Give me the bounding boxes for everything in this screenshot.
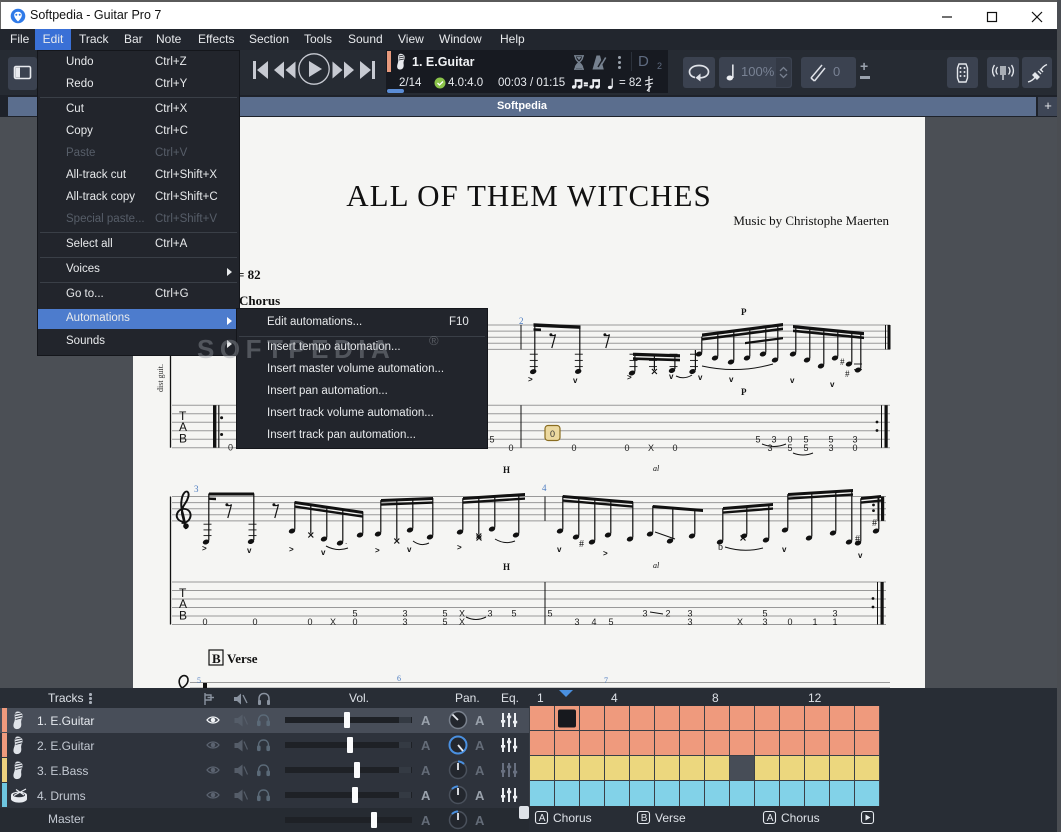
svg-text:#: #	[840, 357, 845, 367]
svg-text:5: 5	[197, 676, 201, 685]
svg-text:>: >	[627, 373, 632, 382]
svg-text:5: 5	[442, 617, 447, 627]
svg-text:3: 3	[687, 617, 692, 627]
svg-text:3: 3	[762, 617, 767, 627]
svg-text:al: al	[653, 464, 660, 473]
svg-text:v: v	[247, 546, 252, 555]
svg-text:>: >	[375, 546, 380, 555]
svg-text:Verse: Verse	[655, 811, 686, 825]
svg-text:b: b	[718, 542, 723, 553]
svg-text:B: B	[179, 432, 187, 446]
svg-text:B: B	[212, 651, 221, 666]
svg-text:A: A	[421, 813, 431, 828]
svg-text:0: 0	[787, 617, 792, 627]
svg-text:A: A	[475, 763, 485, 778]
svg-text:A: A	[475, 813, 485, 828]
svg-text:X: X	[459, 617, 465, 627]
svg-text:0: 0	[672, 443, 677, 453]
svg-text:0: 0	[307, 617, 312, 627]
svg-text:1: 1	[812, 617, 817, 627]
svg-text:3: 3	[767, 443, 772, 453]
svg-text:dist guit.: dist guit.	[156, 364, 165, 392]
svg-text:0: 0	[550, 429, 555, 439]
svg-text:3: 3	[828, 443, 833, 453]
svg-text:v: v	[790, 376, 795, 385]
svg-text:X: X	[330, 617, 336, 627]
svg-text:>: >	[289, 545, 294, 554]
svg-text:5: 5	[547, 609, 552, 619]
svg-text:#: #	[845, 369, 850, 379]
svg-text:B: B	[179, 609, 187, 623]
svg-text:0: 0	[571, 443, 576, 453]
svg-text:5: 5	[787, 443, 792, 453]
svg-text:A: A	[475, 713, 485, 728]
svg-text:#: #	[579, 539, 584, 550]
svg-text:v: v	[573, 376, 578, 385]
svg-text:2: 2	[519, 316, 524, 326]
svg-text:al: al	[653, 561, 660, 570]
svg-text:3: 3	[487, 609, 492, 619]
svg-text:v: v	[830, 380, 835, 389]
svg-text:5: 5	[755, 435, 760, 445]
svg-text:= 82: = 82	[237, 267, 261, 282]
svg-text:0: 0	[228, 443, 233, 453]
svg-text:Chorus: Chorus	[781, 811, 820, 825]
svg-text:4: 4	[591, 617, 596, 627]
svg-text:>: >	[528, 375, 533, 384]
svg-text:0: 0	[852, 443, 857, 453]
svg-text:P: P	[741, 307, 747, 317]
svg-text:1: 1	[832, 617, 837, 627]
svg-text:#: #	[872, 518, 877, 529]
svg-text:X: X	[648, 443, 654, 453]
svg-text:A: A	[421, 738, 431, 753]
svg-text:5: 5	[511, 609, 516, 619]
svg-text:H: H	[503, 465, 510, 475]
svg-text:0: 0	[624, 443, 629, 453]
svg-text:Chorus: Chorus	[239, 293, 280, 308]
svg-text:v: v	[669, 372, 674, 381]
svg-text:v: v	[729, 375, 734, 384]
svg-text:A: A	[767, 813, 774, 824]
svg-text:B: B	[641, 813, 648, 824]
svg-text:v: v	[858, 551, 863, 560]
svg-text:A: A	[475, 738, 485, 753]
svg-text:0: 0	[252, 617, 257, 627]
svg-text:0: 0	[352, 617, 357, 627]
svg-text:v: v	[321, 548, 326, 557]
svg-text:Chorus: Chorus	[553, 811, 592, 825]
svg-text:0: 0	[508, 443, 513, 453]
svg-text:#: #	[855, 534, 860, 545]
svg-text:6: 6	[397, 674, 401, 683]
svg-text:3: 3	[574, 617, 579, 627]
svg-text:0: 0	[202, 617, 207, 627]
svg-text:5: 5	[608, 617, 613, 627]
svg-text:.: .	[345, 537, 347, 546]
svg-text:H: H	[503, 562, 510, 572]
svg-text:2: 2	[665, 609, 670, 619]
svg-text:3: 3	[194, 484, 199, 494]
svg-text:P: P	[741, 387, 747, 397]
svg-text:3: 3	[402, 617, 407, 627]
svg-text:v: v	[407, 545, 412, 554]
svg-text:ALL OF THEM WITCHES: ALL OF THEM WITCHES	[346, 178, 711, 213]
svg-text:5: 5	[803, 443, 808, 453]
svg-text:v: v	[698, 373, 703, 382]
svg-text:4: 4	[542, 483, 547, 493]
svg-text:v: v	[557, 545, 562, 554]
svg-text:A: A	[539, 813, 546, 824]
svg-text:>: >	[202, 544, 207, 553]
svg-text:7: 7	[604, 676, 608, 685]
svg-text:A: A	[421, 763, 431, 778]
svg-text:A: A	[475, 788, 485, 803]
svg-text:>: >	[457, 543, 462, 552]
svg-text:A: A	[421, 788, 431, 803]
svg-text:Music by Christophe Maerten: Music by Christophe Maerten	[733, 213, 889, 228]
svg-text:X: X	[737, 617, 743, 627]
svg-text:5: 5	[489, 435, 494, 445]
svg-text:>: >	[603, 549, 608, 558]
svg-text:A: A	[421, 713, 431, 728]
svg-text:Verse: Verse	[227, 651, 258, 666]
svg-text:3: 3	[642, 609, 647, 619]
svg-text:v: v	[782, 545, 787, 554]
